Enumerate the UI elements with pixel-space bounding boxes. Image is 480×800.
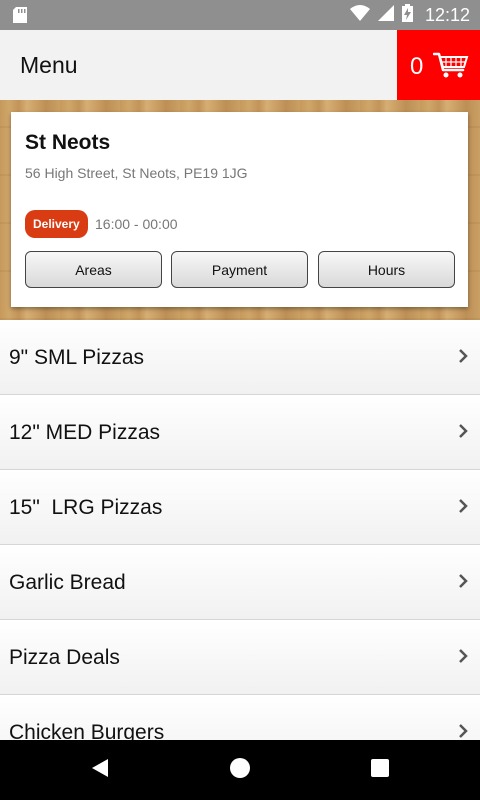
menu-item[interactable]: Chicken Burgers	[0, 695, 480, 740]
store-address: 56 High Street, St Neots, PE19 1JG	[25, 165, 248, 181]
wifi-icon	[349, 4, 370, 26]
menu-item-label: 15" LRG Pizzas	[9, 496, 163, 519]
menu-item-label: 12" MED Pizzas	[9, 421, 160, 444]
back-icon	[90, 758, 110, 783]
signal-icon	[377, 4, 394, 26]
opening-hours: 16:00 - 00:00	[95, 216, 178, 232]
menu-item-label: Garlic Bread	[9, 571, 126, 594]
menu-item-label: Pizza Deals	[9, 646, 120, 669]
menu-item-label: Chicken Burgers	[9, 721, 165, 740]
cart-button[interactable]: 0	[397, 30, 480, 100]
status-bar: 12:12	[0, 0, 480, 30]
back-button[interactable]	[70, 740, 130, 800]
sd-card-icon	[13, 7, 27, 28]
delivery-badge: Delivery	[25, 210, 88, 238]
menu-item-label: 9" SML Pizzas	[9, 346, 145, 369]
navigation-bar	[0, 740, 480, 800]
recents-icon	[371, 758, 389, 782]
page-title: Menu	[20, 52, 78, 78]
hours-button[interactable]: Hours	[318, 251, 455, 288]
battery-icon	[401, 3, 413, 27]
menu-item[interactable]: 15" LRG Pizzas	[0, 470, 480, 545]
cart-icon	[432, 51, 469, 84]
payment-button[interactable]: Payment	[171, 251, 308, 288]
menu-item[interactable]: Pizza Deals	[0, 620, 480, 695]
chevron-right-icon	[458, 498, 468, 519]
home-button[interactable]	[210, 740, 270, 800]
cart-count: 0	[410, 53, 424, 80]
chevron-right-icon	[458, 648, 468, 669]
home-icon	[229, 757, 251, 784]
status-time: 12:12	[424, 4, 470, 25]
menu-item[interactable]: 12" MED Pizzas	[0, 395, 480, 470]
recents-button[interactable]	[350, 740, 410, 800]
store-card: St Neots 56 High Street, St Neots, PE19 …	[11, 112, 468, 307]
menu-item[interactable]: 9" SML Pizzas	[0, 320, 480, 395]
chevron-right-icon	[458, 423, 468, 444]
chevron-right-icon	[458, 348, 468, 369]
areas-button[interactable]: Areas	[25, 251, 162, 288]
menu-list: 9" SML Pizzas 12" MED Pizzas 15" LRG Piz…	[0, 320, 480, 740]
app-header: Menu 0	[0, 30, 480, 100]
chevron-right-icon	[458, 723, 468, 740]
chevron-right-icon	[458, 573, 468, 594]
store-name: St Neots	[25, 131, 111, 154]
menu-item[interactable]: Garlic Bread	[0, 545, 480, 620]
